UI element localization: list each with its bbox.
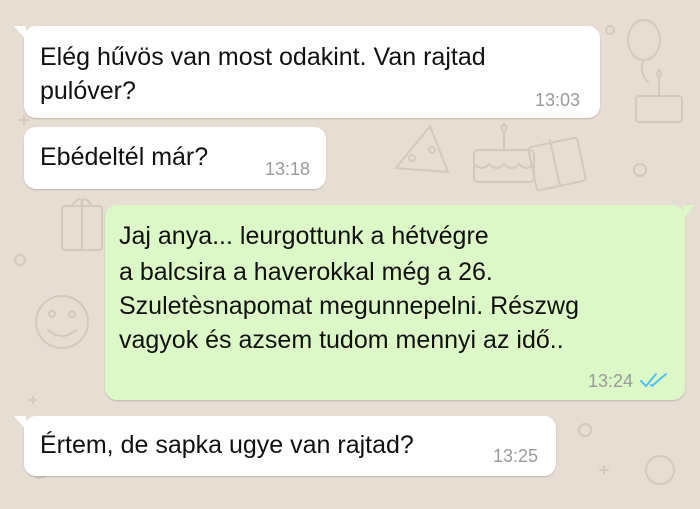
- double-check-read-icon: [640, 373, 667, 387]
- message-timestamp: 13:18: [264, 159, 310, 179]
- message-text-line: vagyok és azsem tudom mennyi az idő..: [119, 326, 564, 354]
- bubble-tail: [14, 416, 26, 430]
- party-hat-doodle-icon: [394, 124, 450, 174]
- bubble-tail: [683, 205, 695, 219]
- message-text-line: Elég hűvös van most odakint. Van rajtad: [40, 43, 486, 71]
- message-text-line: pulóver?: [40, 77, 136, 105]
- gift-doodle-icon: [527, 136, 587, 192]
- message-timestamp: 13:03: [534, 90, 580, 110]
- message-bubble-incoming[interactable]: Ebédeltél már? 13:18: [24, 127, 326, 189]
- message-bubble-outgoing[interactable]: Jaj anya... leurgottunk a hétvégre a bal…: [105, 205, 695, 400]
- message-bubble-incoming[interactable]: Értem, de sapka ugye van rajtad? 13:25: [14, 416, 556, 476]
- message-text-line: a balcsira a haverokkal még a 26.: [119, 258, 493, 286]
- message-text-line: Szuletèsnapomat megunnepelni. Részwg: [119, 292, 579, 320]
- cake-doodle-icon: [635, 69, 683, 123]
- balloon-doodle-icon: [627, 19, 661, 83]
- gift-doodle-icon: [61, 198, 103, 251]
- bubble-tail: [14, 26, 26, 40]
- message-timestamp: 13:25: [492, 446, 538, 466]
- cake-doodle-icon: [473, 123, 535, 183]
- message-text-line: Értem, de sapka ugye van rajtad?: [40, 431, 414, 459]
- message-timestamp: 13:24: [587, 371, 633, 391]
- message-bubble-incoming[interactable]: Elég hűvös van most odakint. Van rajtad …: [14, 26, 600, 118]
- message-text-line: Ebédeltél már?: [40, 143, 209, 171]
- message-text-line: Jaj anya... leurgottunk a hétvégre: [119, 222, 489, 250]
- smiley-doodle-icon: [35, 295, 89, 349]
